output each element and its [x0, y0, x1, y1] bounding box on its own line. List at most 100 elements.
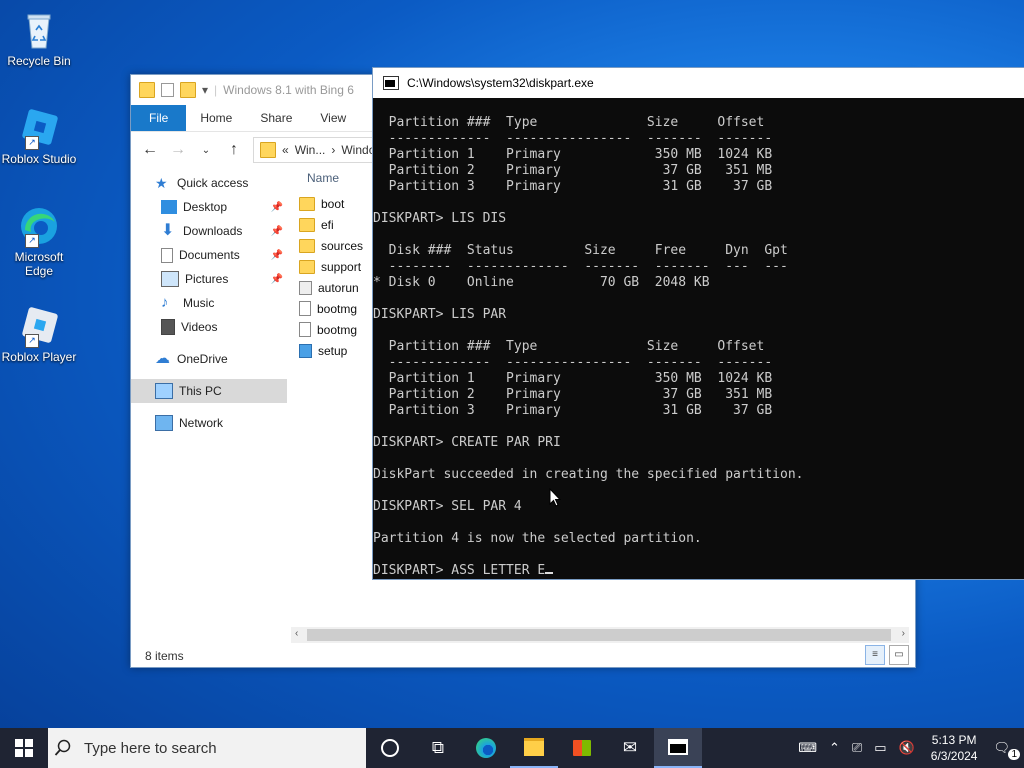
tab-view[interactable]: View — [306, 105, 360, 131]
taskbar-diskpart[interactable] — [654, 728, 702, 768]
pin-icon[interactable]: 📌 — [271, 226, 283, 237]
mail-icon: ✉ — [622, 738, 638, 757]
console-line: Partition 1 Primary 350 MB 1024 KB — [373, 371, 773, 386]
list-item[interactable]: efi — [299, 214, 363, 235]
desktop-icon-label: Microsoft Edge — [14, 250, 64, 278]
volume-muted-icon[interactable]: 🔇 — [893, 740, 921, 756]
file-name: sources — [321, 238, 364, 253]
list-item[interactable]: setup — [299, 340, 363, 361]
navigation-pane: ★ Quick access Desktop 📌 ⬇ Downloads 📌 D… — [131, 171, 287, 435]
nav-label: Music — [183, 296, 215, 310]
folder-icon — [139, 82, 155, 98]
scrollbar-thumb[interactable] — [307, 629, 891, 641]
nav-item-onedrive[interactable]: ☁ OneDrive — [131, 347, 287, 371]
taskbar-edge[interactable] — [462, 728, 510, 768]
desktop-icon-recycle-bin[interactable]: Recycle Bin — [0, 8, 78, 68]
circle-icon — [381, 739, 399, 757]
pin-icon[interactable]: 📌 — [271, 202, 283, 213]
download-icon: ⬇ — [161, 222, 175, 239]
up-arrow-icon[interactable]: ↑ — [225, 141, 243, 159]
forward-arrow-icon[interactable]: → — [169, 141, 187, 159]
videos-icon — [161, 319, 175, 335]
console-title-bar[interactable]: C:\Windows\system32\diskpart.exe — [373, 68, 1024, 98]
chevron-up-icon[interactable]: ⌃ — [823, 740, 846, 756]
nav-item-desktop[interactable]: Desktop 📌 — [131, 195, 287, 219]
list-item[interactable]: autorun — [299, 277, 363, 298]
file-icon — [299, 301, 311, 316]
breadcrumb-item[interactable]: Win... — [295, 143, 326, 157]
taskbar-store[interactable] — [558, 728, 606, 768]
horizontal-scrollbar[interactable]: ‹ › — [291, 627, 909, 643]
search-placeholder: Type here to search — [84, 739, 217, 757]
nav-item-music[interactable]: ♪ Music — [131, 291, 287, 315]
text-cursor — [545, 572, 554, 574]
console-line: DISKPART> LIS PAR — [373, 307, 507, 322]
file-name: bootmg — [317, 301, 358, 316]
network-status-icon[interactable]: ▭ — [868, 740, 892, 756]
meet-now-icon[interactable]: ⎚ — [846, 740, 868, 756]
cortana-button[interactable] — [366, 728, 414, 768]
breadcrumb-overflow[interactable]: « — [282, 143, 289, 157]
folder-icon — [299, 196, 315, 211]
desktop-icon-roblox-player[interactable]: ↗ Roblox Player — [0, 304, 78, 364]
pictures-icon — [161, 271, 179, 287]
nav-item-this-pc[interactable]: This PC — [131, 379, 287, 403]
nav-item-pictures[interactable]: Pictures 📌 — [131, 267, 287, 291]
nav-item-documents[interactable]: Documents 📌 — [131, 243, 287, 267]
new-folder-icon[interactable] — [180, 82, 196, 98]
back-arrow-icon[interactable]: ← — [141, 141, 159, 159]
desktop-icon-microsoft-edge[interactable]: ↗ Microsoft Edge — [0, 204, 78, 278]
list-item[interactable]: support — [299, 256, 363, 277]
list-item[interactable]: boot — [299, 193, 363, 214]
taskbar-file-explorer[interactable] — [510, 728, 558, 768]
diskpart-console-window[interactable]: C:\Windows\system32\diskpart.exe Partiti… — [372, 67, 1024, 580]
tab-file[interactable]: File — [131, 105, 187, 131]
task-view-button[interactable]: ⧉ — [414, 728, 462, 768]
action-center-icon[interactable]: 🗨 1 — [987, 740, 1024, 760]
taskbar-mail[interactable]: ✉ — [606, 728, 654, 768]
taskbar-search-box[interactable]: Type here to search — [48, 728, 366, 768]
large-icons-view-icon[interactable]: ▭ — [889, 645, 909, 665]
shortcut-arrow-icon: ↗ — [25, 136, 39, 150]
properties-icon[interactable] — [161, 83, 174, 97]
list-item[interactable]: bootmg — [299, 298, 363, 319]
nav-item-downloads[interactable]: ⬇ Downloads 📌 — [131, 219, 287, 243]
desktop-icon-roblox-studio[interactable]: ↗ Roblox Studio — [0, 106, 78, 166]
list-item[interactable]: bootmg — [299, 319, 363, 340]
tab-share[interactable]: Share — [246, 105, 306, 131]
nav-item-quick-access[interactable]: ★ Quick access — [131, 171, 287, 195]
list-item[interactable]: sources — [299, 235, 363, 256]
details-view-icon[interactable]: ≡ — [865, 645, 885, 665]
tab-home[interactable]: Home — [186, 105, 246, 131]
pin-icon[interactable]: 📌 — [271, 274, 283, 285]
recent-dropdown-icon[interactable]: ⌄ — [197, 145, 215, 156]
cloud-icon: ☁ — [155, 350, 170, 367]
taskbar-clock[interactable]: 5:13 PM 6/3/2024 — [921, 732, 988, 764]
pin-icon[interactable]: 📌 — [271, 250, 283, 261]
column-header-name[interactable]: Name — [307, 171, 363, 185]
console-line: Partition 2 Primary 37 GB 351 MB — [373, 163, 773, 178]
scroll-right-icon[interactable]: › — [902, 628, 905, 639]
quick-access-dropdown-icon[interactable]: ▾ — [202, 83, 208, 97]
file-name: bootmg — [317, 322, 358, 337]
console-line: DISKPART> ASS LETTER E — [373, 563, 1024, 579]
nav-label: This PC — [179, 384, 222, 398]
nav-item-network[interactable]: Network — [131, 411, 287, 435]
nav-label: Videos — [181, 320, 218, 334]
file-name: efi — [321, 217, 334, 232]
start-button[interactable] — [0, 728, 48, 768]
console-output[interactable]: Partition ### Type Size Offset ---------… — [373, 115, 1024, 579]
desktop-icon-label: Roblox Player — [1, 350, 77, 364]
file-name: boot — [321, 196, 345, 211]
scroll-left-icon[interactable]: ‹ — [295, 628, 298, 639]
folder-icon — [299, 217, 315, 232]
nav-label: Documents — [179, 248, 240, 262]
nav-item-videos[interactable]: Videos — [131, 315, 287, 339]
console-line: Partition 4 is now the selected partitio… — [373, 531, 702, 546]
network-icon — [155, 415, 173, 431]
keyboard-icon[interactable]: ⌨ — [792, 740, 823, 756]
